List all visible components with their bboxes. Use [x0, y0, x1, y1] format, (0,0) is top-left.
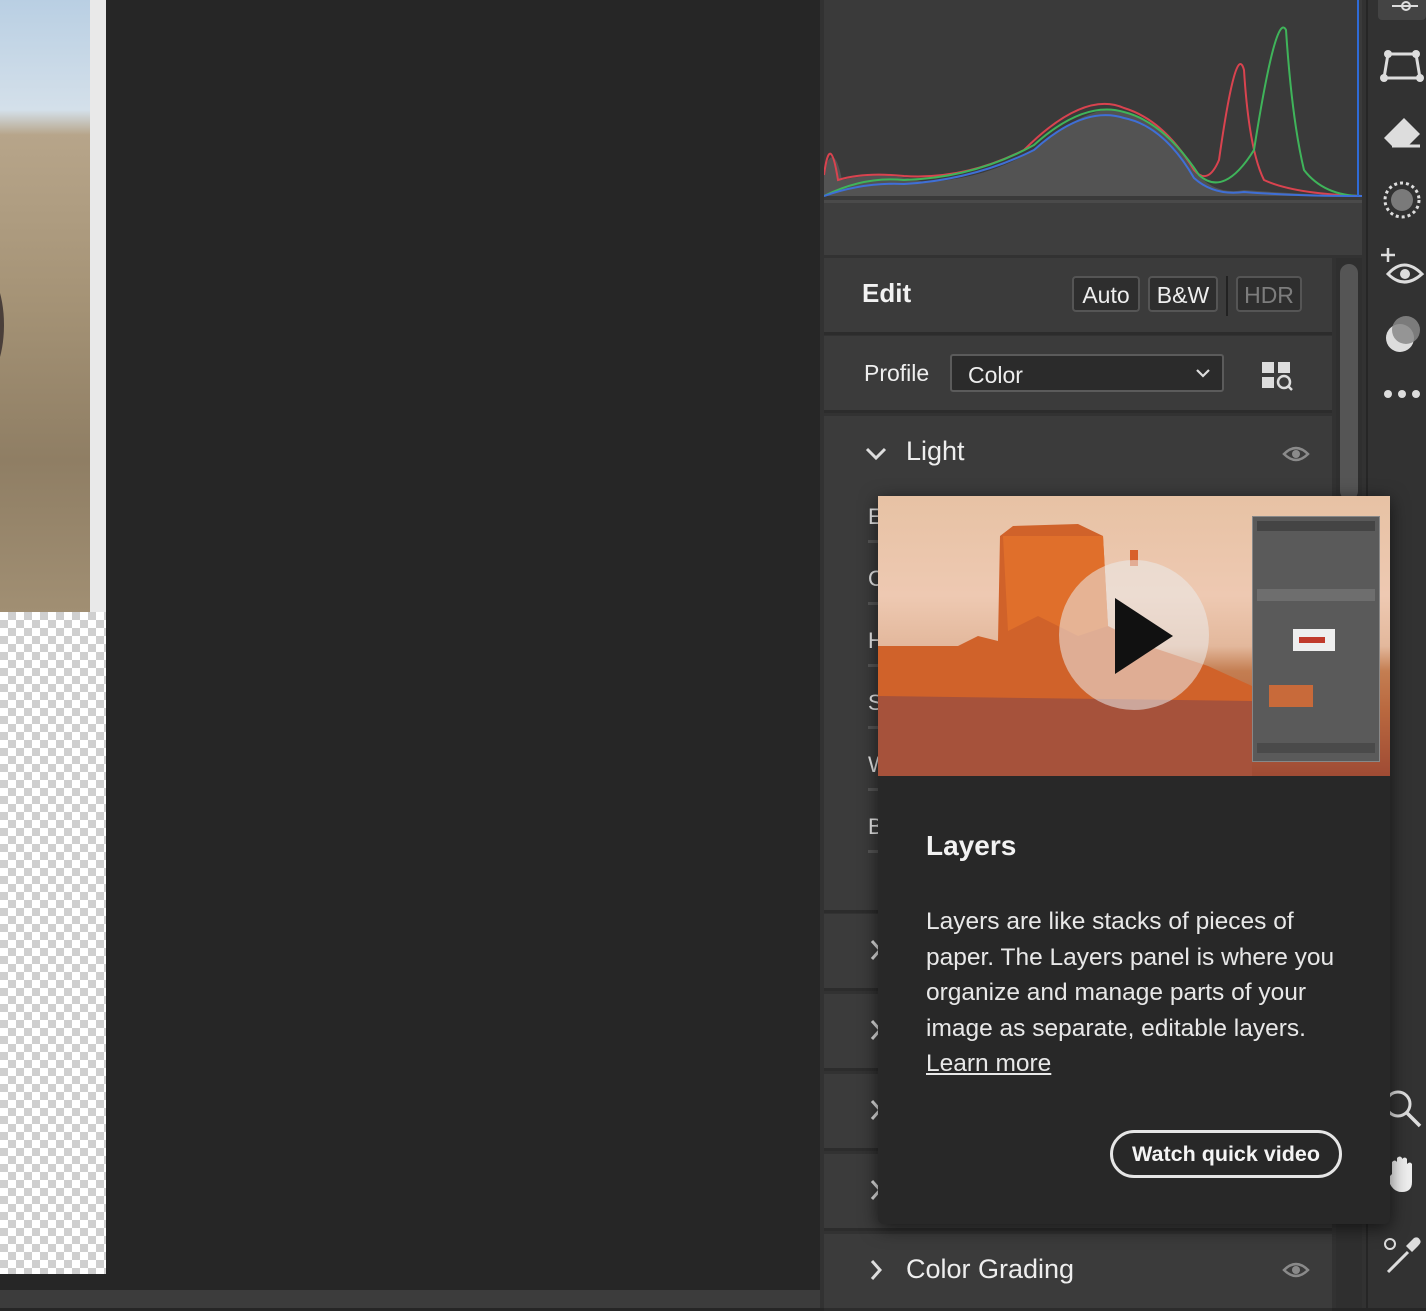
layers-panel-illustration	[1252, 516, 1380, 762]
transform-icon[interactable]	[1378, 42, 1426, 90]
more-icon[interactable]	[1378, 370, 1426, 418]
eye-icon[interactable]	[1282, 444, 1310, 464]
horse-image	[0, 293, 4, 357]
layers-tooltip-popup: Layers Layers are like stacks of pieces …	[878, 496, 1390, 1224]
popup-body-text: Layers are like stacks of pieces of pape…	[926, 908, 1335, 1042]
photo-border	[90, 0, 106, 612]
video-thumbnail[interactable]	[878, 496, 1390, 776]
profile-label: Profile	[864, 360, 930, 386]
learn-more-link[interactable]: Learn more	[926, 1050, 1051, 1077]
color-grading-title: Color Grading	[906, 1254, 1075, 1284]
edit-title: Edit	[862, 278, 912, 308]
toolbar-divider	[1226, 276, 1228, 316]
sliders-icon[interactable]	[1378, 0, 1426, 20]
popup-title: Layers	[926, 830, 1017, 861]
popup-description: Layers are like stacks of pieces of pape…	[926, 904, 1346, 1082]
profile-browser-icon[interactable]	[1260, 360, 1294, 392]
photo-preview[interactable]	[0, 0, 90, 612]
profile-value: Color	[968, 362, 1023, 388]
watch-quick-video-button[interactable]: Watch quick video	[1110, 1130, 1342, 1178]
color-grading-section[interactable]: Color Grading	[824, 1234, 1332, 1311]
mask-icon[interactable]	[1378, 176, 1426, 224]
profile-row: Profile Color	[824, 336, 1332, 413]
presets-icon[interactable]	[1378, 310, 1426, 358]
hdr-button[interactable]: HDR	[1236, 276, 1302, 312]
auto-button[interactable]: Auto	[1072, 276, 1140, 312]
canvas-area[interactable]	[0, 0, 820, 1290]
light-section-title: Light	[906, 436, 965, 466]
eraser-icon[interactable]	[1378, 108, 1426, 156]
eyedropper-icon[interactable]	[1378, 1232, 1426, 1280]
status-bar	[0, 1290, 820, 1308]
transparency-checkerboard	[0, 612, 106, 1274]
chevron-down-icon	[1196, 369, 1210, 378]
scrollbar-thumb[interactable]	[1340, 264, 1358, 500]
chevron-right-icon	[870, 1260, 883, 1280]
histogram	[824, 0, 1362, 200]
edit-header: Edit Auto B&W HDR	[824, 258, 1332, 335]
red-eye-icon[interactable]	[1378, 246, 1426, 294]
bw-button[interactable]: B&W	[1148, 276, 1218, 312]
profile-dropdown[interactable]: Color	[950, 354, 1224, 392]
play-icon	[1115, 598, 1173, 674]
eye-icon[interactable]	[1282, 1260, 1310, 1280]
chevron-down-icon[interactable]	[864, 444, 888, 464]
histogram-footer	[824, 200, 1362, 255]
